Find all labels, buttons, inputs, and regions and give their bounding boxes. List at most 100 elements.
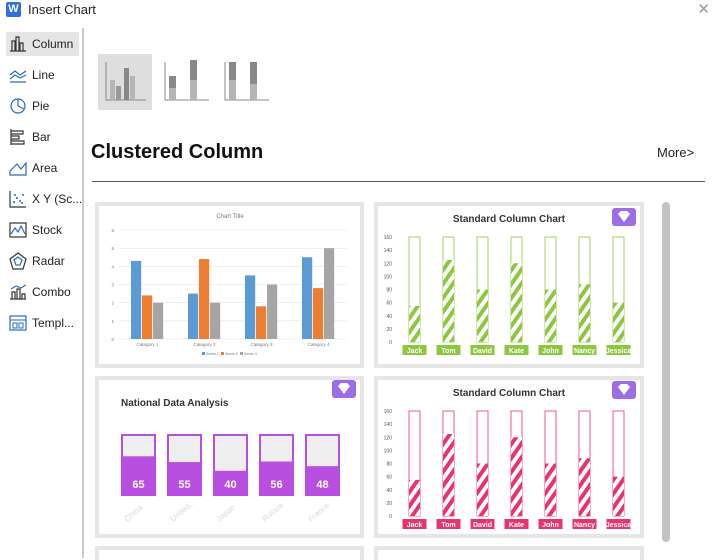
category-label: Kate [509,522,524,529]
y-tick-label: 4 [111,264,114,269]
y-tick-label: 160 [384,235,393,241]
bar [477,463,488,516]
sidebar-item-label: Bar [32,130,51,144]
template-card-default[interactable]: Chart Title 0 1 2 3 4 5 6 Category 1 Category 2 Ca… [95,202,364,368]
y-tick-label: 20 [386,327,392,333]
sidebar-item-label: Stock [32,223,63,237]
bar [324,248,335,339]
premium-badge [612,208,636,226]
sidebar-item-pie[interactable]: Pie [6,94,79,118]
subtype-stacked-column[interactable] [160,54,214,110]
bar [199,259,210,339]
bar-value: 65 [132,479,144,491]
subtype-100-percent-stacked-column[interactable] [220,54,274,110]
category-label: Nancy [574,522,595,529]
bar-remainder [307,436,338,467]
bar [613,476,624,516]
sidebar-item-stock[interactable]: Stock [6,218,79,242]
diamond-icon [618,384,630,395]
premium-badge [332,380,356,398]
template-card-pink[interactable]: Standard Column Chart 0 20 40 60 80 100 120 140 1… [374,376,644,538]
main-panel: Clustered Column More> Chart Title 0 1 2 3 4 5… [85,28,716,560]
sidebar-item-scatter[interactable]: X Y (Sc... [6,187,83,211]
y-tick-label: 2 [111,301,114,306]
y-tick-label: 0 [389,514,392,520]
y-tick-label: 0 [389,340,392,346]
combo-chart-icon [10,284,27,300]
clustered-column-icon [105,62,146,101]
sidebar-item-radar[interactable]: Radar [6,249,79,273]
app-logo-icon: W [6,2,21,17]
template-card-national[interactable]: National Data Analysis 65 China 55 United...… [95,376,364,538]
sidebar-item-column[interactable]: Column [6,32,79,56]
y-tick-label: 5 [111,246,114,251]
more-link[interactable]: More> [657,145,694,160]
percent-stacked-column-icon [224,62,269,101]
sidebar-item-line[interactable]: Line [6,63,79,87]
x-tick-label: Category 2 [193,342,216,347]
bar [545,289,556,342]
category-label: China [123,503,145,524]
bar [443,259,454,342]
sidebar-item-area[interactable]: Area [6,156,79,180]
template-icon [9,315,27,331]
bar [613,302,624,342]
y-tick-label: 6 [111,228,114,233]
bar-remainder [215,436,246,471]
close-icon[interactable]: ✕ [697,0,710,18]
chart-type-sidebar: Column Line Pie Bar Area X Y (Sc... Stoc… [0,28,84,558]
y-tick-label: 120 [384,435,393,441]
bar [511,263,522,342]
bar [302,257,313,339]
bar [313,288,324,339]
line-chart-icon [9,70,27,83]
sidebar-item-bar[interactable]: Bar [6,125,79,149]
bar-remainder [261,436,292,462]
bar [256,306,267,339]
diamond-icon [338,383,350,394]
sidebar-item-combo[interactable]: Combo [6,280,79,304]
stock-chart-icon [9,222,27,238]
y-tick-label: 140 [384,248,393,254]
y-tick-label: 1 [111,319,114,324]
category-label: France [307,500,332,523]
premium-badge [612,381,636,399]
chart-title: National Data Analysis [121,398,229,409]
y-tick-label: 40 [386,314,392,320]
bar [267,284,278,339]
area-chart-icon [9,161,27,176]
template-card-green[interactable]: Standard Column Chart 0 20 40 60 80 100 120 140 1… [374,202,644,368]
bar-remainder [169,436,200,463]
category-label: John [542,522,559,529]
category-label: Jessica [606,522,631,529]
sidebar-item-label: Pie [32,99,50,113]
category-label: John [542,348,559,355]
x-tick-label: Category 1 [136,342,159,347]
bar [579,284,590,342]
pie-chart-icon [10,98,26,114]
bar [188,293,199,339]
sidebar-item-label: X Y (Sc... [32,192,83,206]
category-label: Jack [407,348,423,355]
title-bar: W Insert Chart ✕ [0,0,716,20]
chart-preview-default: Chart Title 0 1 2 3 4 5 6 Category 1 Category 2 Ca… [111,214,347,356]
category-label: Russia [261,501,286,524]
sidebar-item-label: Area [32,161,58,175]
bar [245,275,256,339]
sidebar-item-templates[interactable]: Templ... [6,311,79,335]
subtype-clustered-column[interactable] [98,54,152,110]
x-tick-label: Category 3 [250,342,273,347]
y-tick-label: 60 [386,475,392,481]
y-tick-label: 3 [111,283,114,288]
y-tick-label: 20 [386,501,392,507]
scrollbar-thumb[interactable] [662,202,670,542]
bar [409,305,420,342]
y-tick-label: 60 [386,301,392,307]
legend-swatch [240,352,243,355]
bar-value: 56 [270,479,282,491]
bar [477,289,488,342]
divider [92,181,705,182]
chart-title: Chart Title [216,214,244,220]
chart-title: Standard Column Chart [453,214,566,225]
y-tick-label: 160 [384,409,393,415]
